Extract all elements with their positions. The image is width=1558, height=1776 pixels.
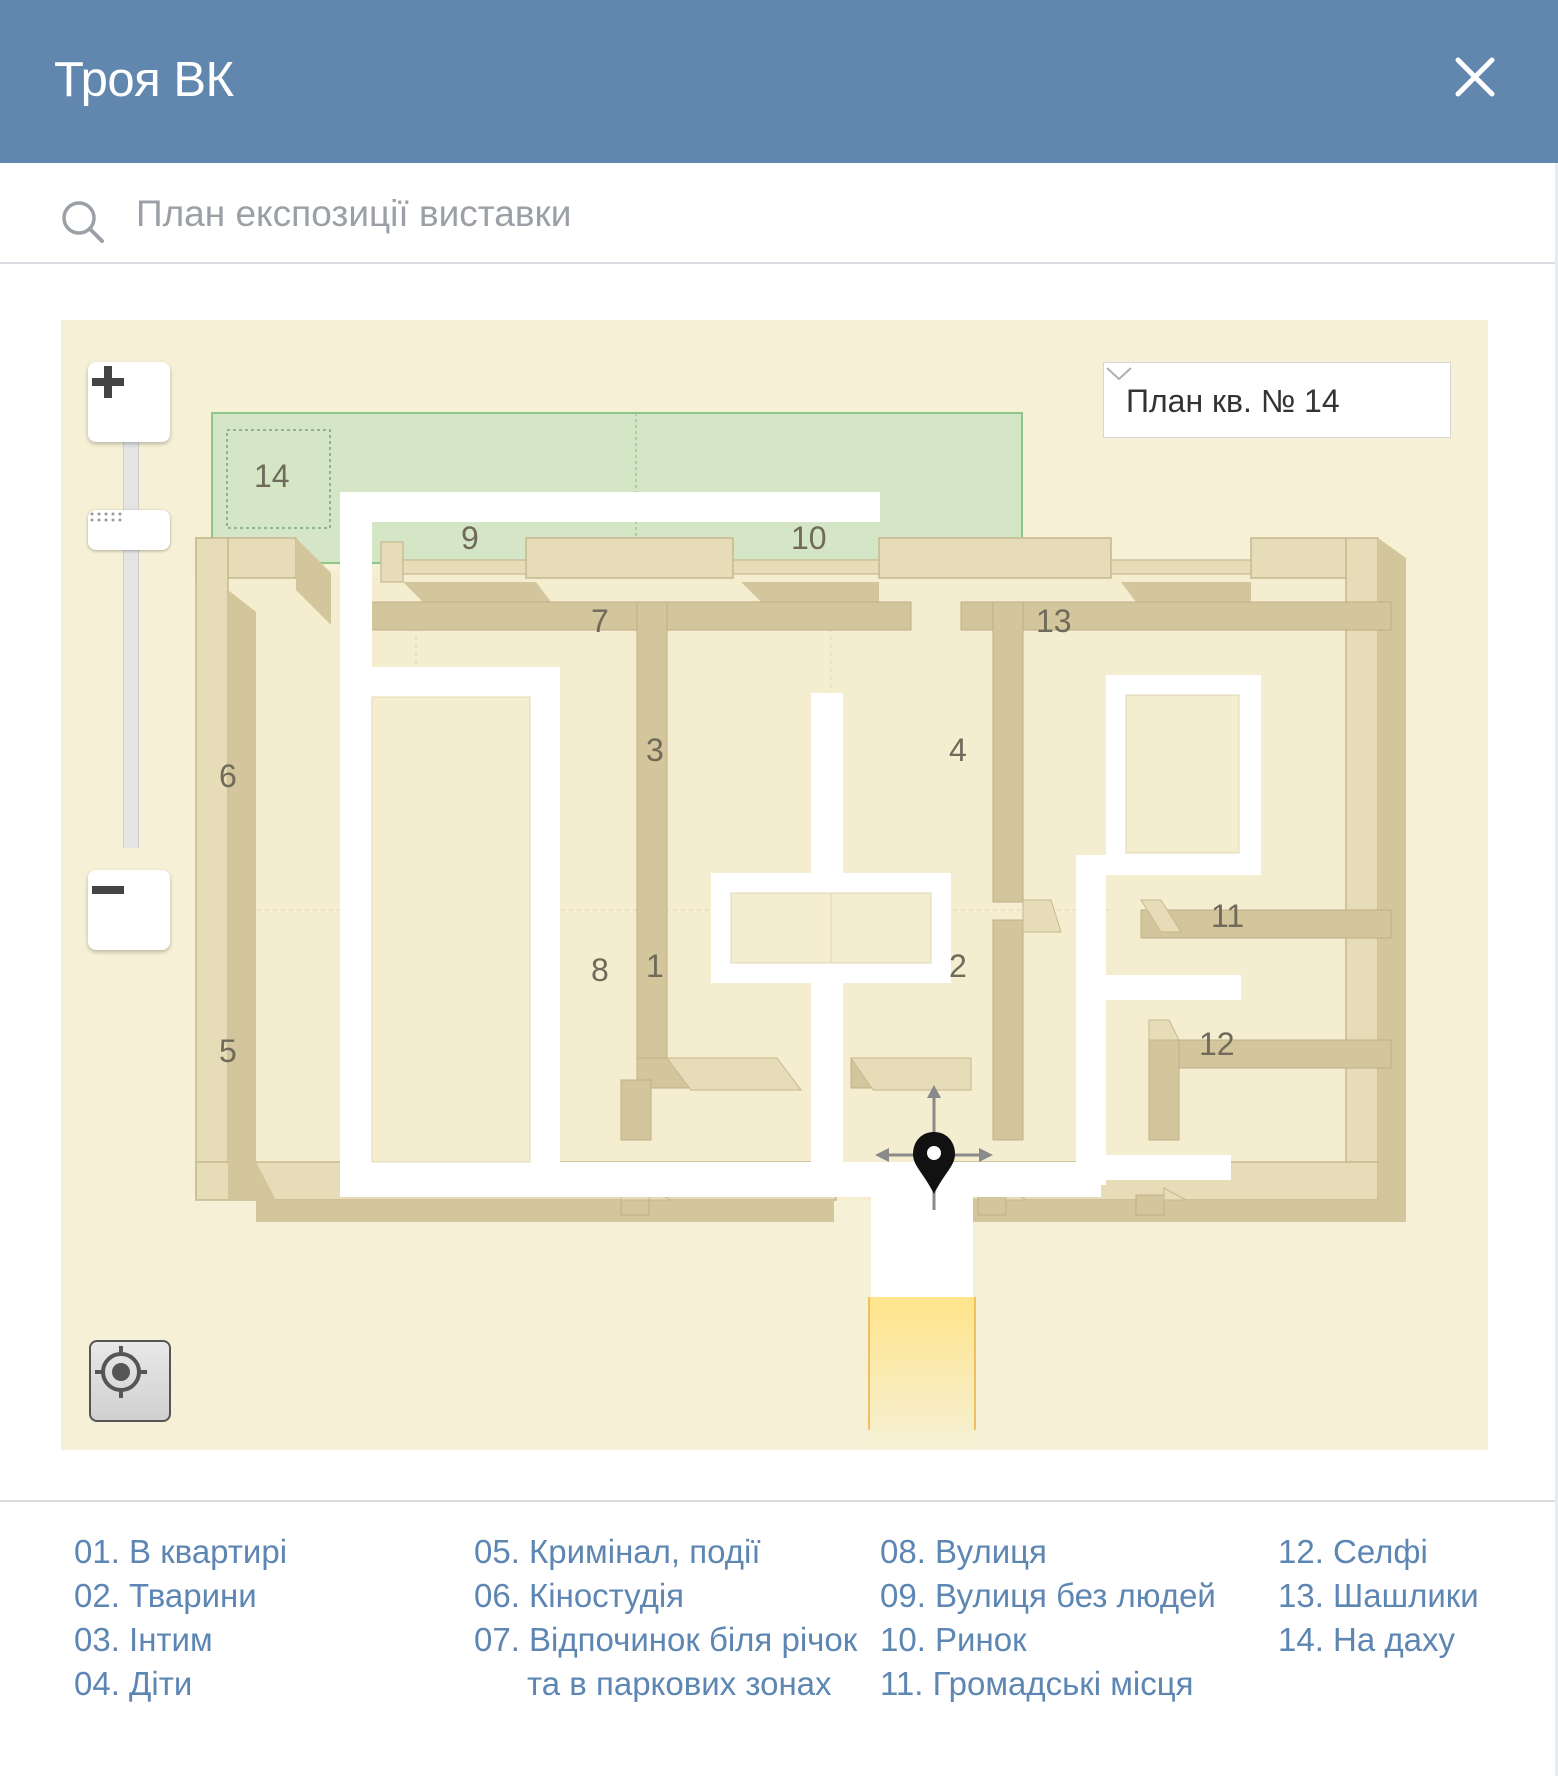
room-label-11: 11 — [1211, 898, 1245, 934]
search-icon — [62, 201, 104, 243]
legend-divider — [0, 1500, 1558, 1502]
legend-column-3: 08. Вулиця 09. Вулиця без людей 10. Рино… — [880, 1530, 1216, 1706]
legend-column-4: 12. Селфі 13. Шашлики 14. На даху — [1278, 1530, 1479, 1662]
room-label-6: 6 — [219, 758, 237, 794]
legend-item-09[interactable]: 09. Вулиця без людей — [880, 1574, 1216, 1618]
room-label-8: 8 — [591, 952, 609, 988]
room-label-1: 1 — [646, 948, 664, 984]
locate-me-button[interactable] — [89, 1340, 171, 1422]
room-label-14: 14 — [254, 458, 290, 494]
minus-icon — [92, 886, 124, 894]
legend-item-10[interactable]: 10. Ринок — [880, 1618, 1216, 1662]
legend-item-03[interactable]: 03. Інтим — [74, 1618, 287, 1662]
search-input[interactable] — [136, 189, 1436, 239]
floor-plan-map[interactable]: 14 9 10 7 13 3 4 6 11 8 1 2 12 5 План кв… — [61, 320, 1488, 1450]
legend-item-07[interactable]: 07. Відпочинок біля річок — [474, 1618, 857, 1662]
room-label-9: 9 — [461, 520, 479, 556]
zoom-in-button[interactable] — [88, 362, 170, 442]
plan-select-value: План кв. № 14 — [1126, 383, 1340, 419]
legend-column-1: 01. В квартирі 02. Тварини 03. Інтим 04.… — [74, 1530, 287, 1706]
window-title: Троя ВК — [54, 53, 234, 107]
legend-item-08[interactable]: 08. Вулиця — [880, 1530, 1216, 1574]
room-label-5: 5 — [219, 1033, 237, 1069]
grip-icon — [90, 512, 122, 522]
chevron-down-icon — [1106, 367, 1132, 381]
legend-item-02[interactable]: 02. Тварини — [74, 1574, 287, 1618]
close-button[interactable] — [1450, 52, 1500, 102]
zoom-out-button[interactable] — [88, 870, 170, 950]
search-bar — [0, 163, 1558, 264]
zoom-slider-handle[interactable] — [88, 510, 170, 550]
room-label-10: 10 — [791, 520, 827, 556]
zoom-slider-track[interactable] — [123, 428, 139, 848]
room-label-3: 3 — [646, 732, 664, 768]
legend-item-12[interactable]: 12. Селфі — [1278, 1530, 1479, 1574]
locate-target-icon — [95, 1346, 147, 1398]
legend-item-01[interactable]: 01. В квартирі — [74, 1530, 287, 1574]
legend-item-05[interactable]: 05. Кримінал, події — [474, 1530, 857, 1574]
legend-item-13[interactable]: 13. Шашлики — [1278, 1574, 1479, 1618]
room-label-13: 13 — [1036, 603, 1072, 639]
legend-item-14[interactable]: 14. На даху — [1278, 1618, 1479, 1662]
legend-item-11[interactable]: 11. Громадські місця — [880, 1662, 1216, 1706]
room-label-2: 2 — [949, 948, 967, 984]
room-label-12: 12 — [1199, 1026, 1235, 1062]
close-icon — [1455, 57, 1495, 97]
plan-select-dropdown[interactable]: План кв. № 14 — [1103, 362, 1451, 438]
legend-item-06[interactable]: 06. Кіностудія — [474, 1574, 857, 1618]
legend-item-04[interactable]: 04. Діти — [74, 1662, 287, 1706]
legend-column-2: 05. Кримінал, події 06. Кіностудія 07. В… — [474, 1530, 857, 1706]
legend-item-07-continued[interactable]: та в паркових зонах — [474, 1662, 857, 1706]
plus-icon — [92, 366, 124, 398]
room-label-4: 4 — [949, 732, 967, 768]
room-label-7: 7 — [591, 603, 609, 639]
app-header: Троя ВК — [0, 0, 1558, 163]
